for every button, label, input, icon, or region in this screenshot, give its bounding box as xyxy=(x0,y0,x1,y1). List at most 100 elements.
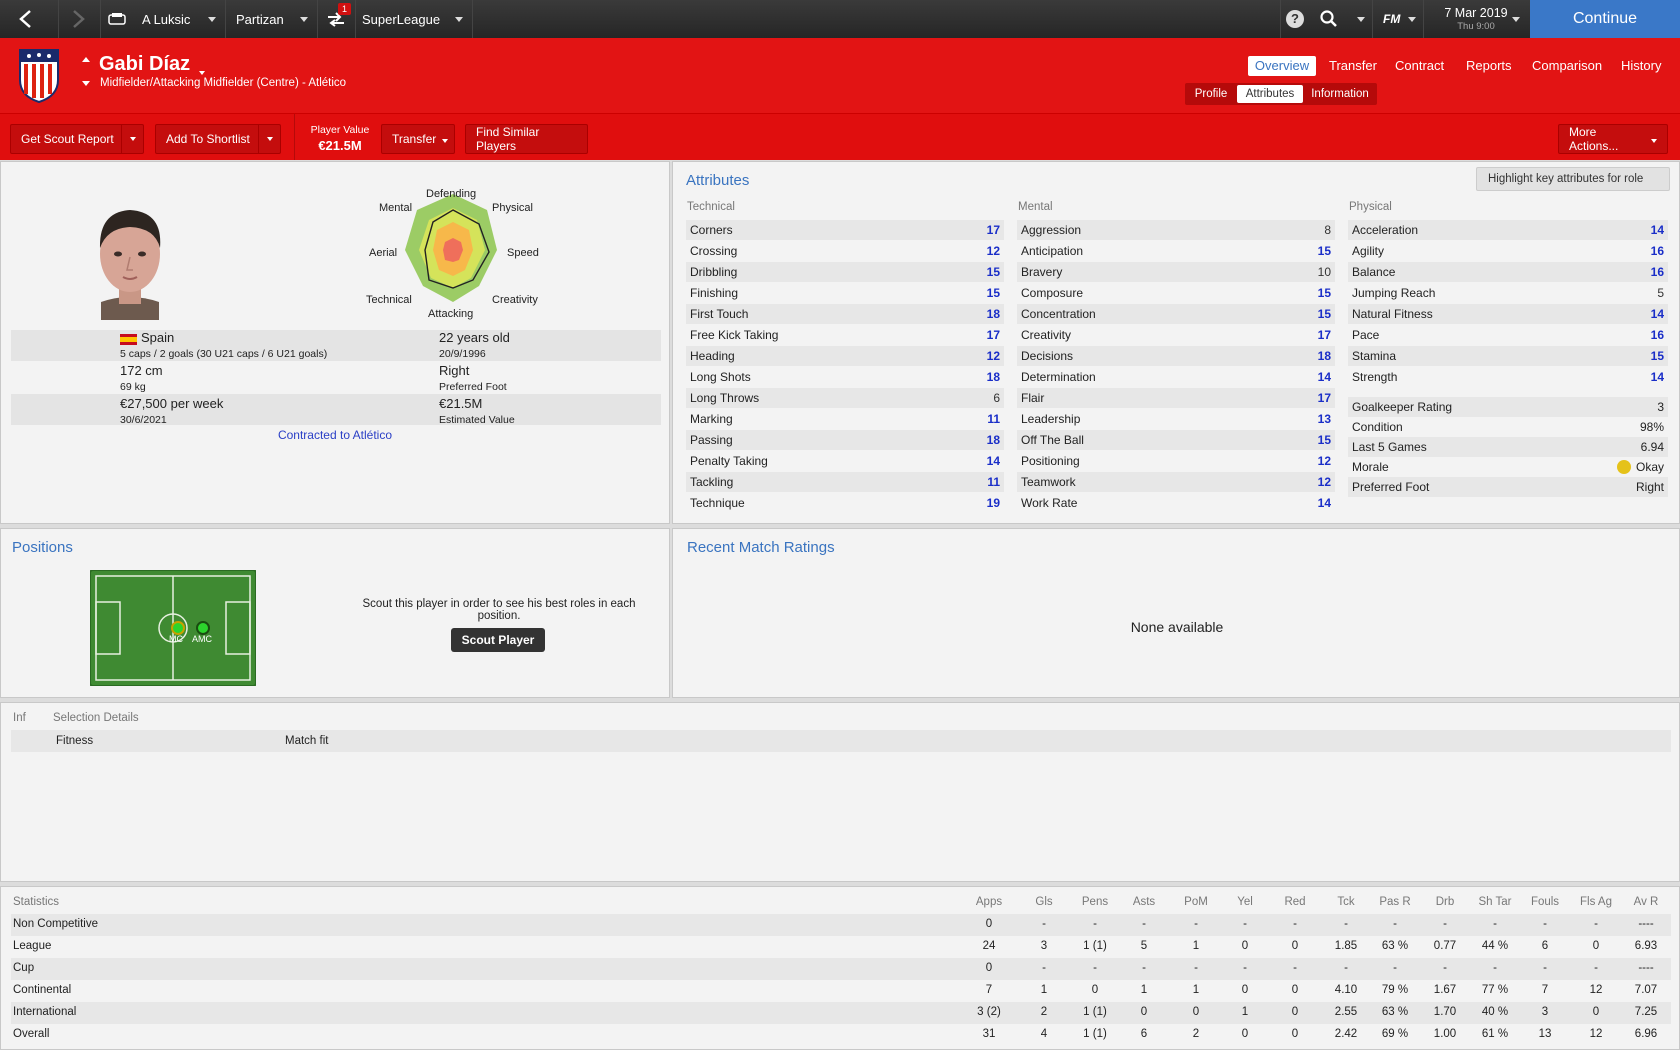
attribute-row[interactable]: Jumping Reach 5 xyxy=(1348,283,1668,303)
find-similar-players-button[interactable]: Find Similar Players xyxy=(465,124,588,154)
attribute-row[interactable]: Long Shots 18 xyxy=(686,367,1004,387)
attribute-value: 15 xyxy=(986,265,1000,279)
chevron-down-icon[interactable] xyxy=(199,64,205,78)
attribute-row[interactable]: Pace 16 xyxy=(1348,325,1668,345)
player-name[interactable]: Gabi Díaz xyxy=(99,53,190,76)
attribute-value: 13 xyxy=(1317,412,1331,426)
get-scout-report-button[interactable]: Get Scout Report xyxy=(10,124,144,154)
stats-cell: ---- xyxy=(1638,918,1654,930)
search-icon[interactable] xyxy=(1320,0,1338,38)
next-player-icon[interactable] xyxy=(82,81,90,86)
attribute-row[interactable]: Work Rate 14 xyxy=(1017,493,1335,513)
attribute-row[interactable]: Aggression 8 xyxy=(1017,220,1335,240)
attribute-value: 16 xyxy=(1650,265,1664,279)
contracted-link[interactable]: Contracted to Atlético xyxy=(1,428,669,442)
attribute-row[interactable]: Heading 12 xyxy=(686,346,1004,366)
attribute-row[interactable]: Agility 16 xyxy=(1348,241,1668,261)
attribute-value: 15 xyxy=(1317,244,1331,258)
attribute-row[interactable]: Stamina 15 xyxy=(1348,346,1668,366)
attribute-name: Technique xyxy=(690,496,745,510)
attribute-name: Long Shots xyxy=(690,370,751,384)
chevron-down-icon[interactable] xyxy=(208,0,216,38)
attribute-row[interactable]: Marking 11 xyxy=(686,409,1004,429)
attribute-row[interactable]: Balance 16 xyxy=(1348,262,1668,282)
attribute-row[interactable]: Corners 17 xyxy=(686,220,1004,240)
attribute-row[interactable]: Tackling 11 xyxy=(686,472,1004,492)
chevron-down-icon[interactable] xyxy=(1512,0,1520,38)
subtab-profile[interactable]: Profile xyxy=(1188,85,1234,103)
attribute-row[interactable]: Off The Ball 15 xyxy=(1017,430,1335,450)
attribute-row[interactable]: Acceleration 14 xyxy=(1348,220,1668,240)
back-icon[interactable] xyxy=(18,0,32,38)
prev-player-icon[interactable] xyxy=(82,57,90,62)
chevron-down-icon xyxy=(442,132,449,146)
stats-column-header[interactable]: Asts xyxy=(1114,896,1174,908)
continue-button[interactable]: Continue xyxy=(1530,0,1680,38)
scout-player-button[interactable]: Scout Player xyxy=(451,628,545,652)
attribute-row[interactable]: Dribbling 15 xyxy=(686,262,1004,282)
attribute-row[interactable]: Anticipation 15 xyxy=(1017,241,1335,261)
stats-cell: 0 xyxy=(985,962,993,974)
attribute-row[interactable]: Crossing 12 xyxy=(686,241,1004,261)
subtab-attributes[interactable]: Attributes xyxy=(1237,85,1303,103)
attribute-row[interactable]: Strength 14 xyxy=(1348,367,1668,387)
add-to-shortlist-button[interactable]: Add To Shortlist xyxy=(155,124,281,154)
attribute-row[interactable]: First Touch 18 xyxy=(686,304,1004,324)
attribute-row[interactable]: Bravery 10 xyxy=(1017,262,1335,282)
league-name[interactable]: SuperLeague xyxy=(362,0,440,38)
radar-label-aerial: Aerial xyxy=(369,247,398,259)
chevron-down-icon[interactable] xyxy=(1408,0,1416,38)
inbox-badge: 1 xyxy=(338,3,351,15)
attribute-row[interactable]: Free Kick Taking 17 xyxy=(686,325,1004,345)
attribute-name: Bravery xyxy=(1021,265,1063,279)
attribute-name: Balance xyxy=(1352,265,1396,279)
attribute-row[interactable]: Decisions 18 xyxy=(1017,346,1335,366)
chevron-down-icon[interactable] xyxy=(258,125,280,153)
attribute-row[interactable]: Passing 18 xyxy=(686,430,1004,450)
chevron-down-icon[interactable] xyxy=(121,125,143,153)
chevron-down-icon[interactable] xyxy=(300,0,308,38)
stats-column-header[interactable]: Av R xyxy=(1616,896,1676,908)
attribute-row[interactable]: Flair 17 xyxy=(1017,388,1335,408)
attribute-name: Dribbling xyxy=(690,265,738,279)
attribute-row[interactable]: Creativity 17 xyxy=(1017,325,1335,345)
action-bar: Get Scout Report Add To Shortlist Player… xyxy=(0,113,1680,160)
attribute-row[interactable]: Concentration 15 xyxy=(1017,304,1335,324)
forward-icon[interactable] xyxy=(72,0,86,38)
attribute-row[interactable]: Long Throws 6 xyxy=(686,388,1004,408)
fitness-value: Match fit xyxy=(285,735,329,747)
manager-name[interactable]: A Luksic xyxy=(142,0,190,38)
attribute-row[interactable]: Leadership 13 xyxy=(1017,409,1335,429)
stats-cell: 0 xyxy=(985,918,993,930)
subtab-information[interactable]: Information xyxy=(1306,85,1374,103)
tab-transfer[interactable]: Transfer xyxy=(1329,58,1377,73)
tab-comparison[interactable]: Comparison xyxy=(1532,58,1602,73)
attribute-row[interactable]: Technique 19 xyxy=(686,493,1004,513)
stats-column-header[interactable]: Apps xyxy=(959,896,1019,908)
attribute-value: 15 xyxy=(1317,433,1331,447)
attribute-row[interactable]: Penalty Taking 14 xyxy=(686,451,1004,471)
chevron-down-icon[interactable] xyxy=(1357,0,1365,38)
attribute-row[interactable]: Determination 14 xyxy=(1017,367,1335,387)
attribute-name: Stamina xyxy=(1352,349,1397,363)
tab-reports[interactable]: Reports xyxy=(1466,58,1512,73)
positions-panel: Positions MC AMC Scout this player in or… xyxy=(0,528,670,698)
help-icon[interactable]: ? xyxy=(1286,0,1304,38)
attribute-row[interactable]: Natural Fitness 14 xyxy=(1348,304,1668,324)
tab-history[interactable]: History xyxy=(1621,58,1661,73)
attribute-name: Heading xyxy=(690,349,735,363)
attribute-name: Aggression xyxy=(1021,223,1082,237)
attribute-row[interactable]: Finishing 15 xyxy=(686,283,1004,303)
tab-overview[interactable]: Overview xyxy=(1248,56,1316,76)
more-actions-button[interactable]: More Actions... xyxy=(1558,124,1668,154)
attribute-name: Agility xyxy=(1352,244,1385,258)
fm-menu[interactable]: FM xyxy=(1383,0,1400,38)
highlight-role-dropdown[interactable]: Highlight key attributes for role xyxy=(1476,167,1670,191)
attribute-row[interactable]: Positioning 12 xyxy=(1017,451,1335,471)
chevron-down-icon[interactable] xyxy=(455,0,463,38)
attribute-row[interactable]: Composure 15 xyxy=(1017,283,1335,303)
transfer-button[interactable]: Transfer xyxy=(381,124,455,154)
attribute-row[interactable]: Teamwork 12 xyxy=(1017,472,1335,492)
club-name[interactable]: Partizan xyxy=(236,0,284,38)
tab-contract[interactable]: Contract xyxy=(1395,58,1444,73)
